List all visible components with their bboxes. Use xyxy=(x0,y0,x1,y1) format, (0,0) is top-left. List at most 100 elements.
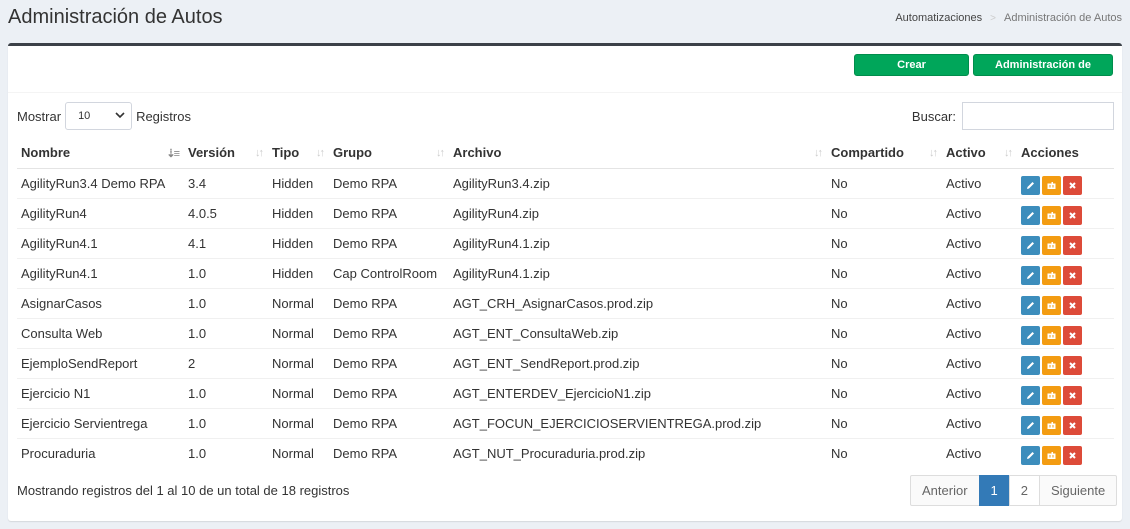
delete-button[interactable] xyxy=(1063,265,1082,285)
pencil-icon xyxy=(1021,270,1040,281)
edit-button[interactable] xyxy=(1021,265,1040,285)
pencil-icon xyxy=(1021,420,1040,431)
cell-tipo: Normal xyxy=(268,287,329,318)
cell-grupo: Demo RPA xyxy=(329,407,449,438)
close-icon xyxy=(1063,270,1082,281)
crear-automatizacion-button[interactable]: Crear Automatización xyxy=(854,54,969,91)
close-icon xyxy=(1063,420,1082,431)
cell-version: 1.0 xyxy=(184,377,268,408)
package-icon xyxy=(1042,240,1061,251)
cell-grupo: Demo RPA xyxy=(329,167,449,198)
pagination-page-1[interactable]: 1 xyxy=(978,475,1010,506)
cell-nombre: Ejercicio Servientrega xyxy=(17,407,184,438)
table-header-row: Nombre ⇣≡ Versión ↓↑ Tipo ↓↑ Grupo ↓↑ Archiv… xyxy=(17,138,1114,169)
cell-activo: Activo xyxy=(942,197,1017,228)
page-length-select[interactable]: 10 xyxy=(65,102,133,130)
package-button[interactable] xyxy=(1042,265,1061,285)
cell-version: 1.0 xyxy=(184,287,268,318)
edit-button[interactable] xyxy=(1021,445,1040,465)
sort-asc-icon: ⇣≡ xyxy=(166,148,180,160)
delete-button[interactable] xyxy=(1063,175,1082,195)
edit-button[interactable] xyxy=(1021,175,1040,195)
cell-archivo: AGT_FOCUN_EJERCICIOSERVIENTREGA.prod.zip xyxy=(449,407,827,438)
package-button[interactable] xyxy=(1042,205,1061,225)
column-header-grupo[interactable]: Grupo ↓↑ xyxy=(329,138,449,169)
cell-archivo: AGT_ENTERDEV_EjercicioN1.zip xyxy=(449,377,827,408)
edit-button[interactable] xyxy=(1021,385,1040,405)
delete-button[interactable] xyxy=(1063,295,1082,315)
package-icon xyxy=(1042,360,1061,371)
delete-button[interactable] xyxy=(1063,325,1082,345)
cell-activo: Activo xyxy=(942,317,1017,348)
column-header-compartido[interactable]: Compartido ↓↑ xyxy=(827,138,942,169)
page-title: Administración de Autos xyxy=(8,6,223,28)
pagination-page-2[interactable]: 2 xyxy=(1008,475,1040,506)
pencil-icon xyxy=(1021,180,1040,191)
cell-archivo: AGT_NUT_Procuraduria.prod.zip xyxy=(449,437,827,468)
table-row: Consulta Web 1.0 Normal Demo RPA AGT_ENT_Con… xyxy=(17,317,1114,348)
cell-grupo: Demo RPA xyxy=(329,227,449,258)
edit-button[interactable] xyxy=(1021,295,1040,315)
pagination-previous[interactable]: Anterior xyxy=(910,475,980,506)
delete-button[interactable] xyxy=(1063,445,1082,465)
package-button[interactable] xyxy=(1042,445,1061,465)
column-header-nombre[interactable]: Nombre ⇣≡ xyxy=(17,138,184,169)
package-button[interactable] xyxy=(1042,325,1061,345)
cell-compartido: No xyxy=(827,197,942,228)
package-icon xyxy=(1042,210,1061,221)
cell-compartido: No xyxy=(827,167,942,198)
edit-button[interactable] xyxy=(1021,205,1040,225)
cell-tipo: Normal xyxy=(268,407,329,438)
administracion-archivos-button[interactable]: Administración de Archivos xyxy=(973,54,1113,91)
edit-button[interactable] xyxy=(1021,415,1040,435)
column-header-version[interactable]: Versión ↓↑ xyxy=(184,138,268,169)
cell-grupo: Demo RPA xyxy=(329,437,449,468)
cell-version: 1.0 xyxy=(184,317,268,348)
edit-button[interactable] xyxy=(1021,355,1040,375)
column-header-archivo[interactable]: Archivo ↓↑ xyxy=(449,138,827,169)
package-button[interactable] xyxy=(1042,235,1061,255)
table-row: AgilityRun4 4.0.5 Hidden Demo RPA AgilityRun… xyxy=(17,197,1114,228)
package-button[interactable] xyxy=(1042,175,1061,195)
edit-button[interactable] xyxy=(1021,235,1040,255)
delete-button[interactable] xyxy=(1063,415,1082,435)
main-box: Crear Automatización Administración de A… xyxy=(8,43,1122,521)
package-button[interactable] xyxy=(1042,415,1061,435)
package-icon xyxy=(1042,270,1061,281)
delete-button[interactable] xyxy=(1063,355,1082,375)
cell-compartido: No xyxy=(827,437,942,468)
cell-nombre: Ejercicio N1 xyxy=(17,377,184,408)
pagination-next[interactable]: Siguiente xyxy=(1039,475,1118,506)
delete-button[interactable] xyxy=(1063,385,1082,405)
cell-activo: Activo xyxy=(942,437,1017,468)
cell-version: 3.4 xyxy=(184,167,268,198)
close-icon xyxy=(1063,450,1082,461)
package-button[interactable] xyxy=(1042,295,1061,315)
search-input[interactable] xyxy=(962,102,1114,130)
column-header-activo[interactable]: Activo ↓↑ xyxy=(942,138,1017,169)
sort-icon: ↓↑ xyxy=(436,147,445,159)
length-prefix-label: Mostrar xyxy=(17,108,62,124)
cell-grupo: Demo RPA xyxy=(329,197,449,228)
delete-button[interactable] xyxy=(1063,235,1082,255)
cell-version: 4.0.5 xyxy=(184,197,268,228)
delete-button[interactable] xyxy=(1063,205,1082,225)
package-icon xyxy=(1042,390,1061,401)
breadcrumb-link-automatizaciones[interactable]: Automatizaciones xyxy=(895,12,982,24)
cell-activo: Activo xyxy=(942,227,1017,258)
table-body: AgilityRun3.4 Demo RPA 3.4 Hidden Demo RPA A… xyxy=(17,167,1114,468)
close-icon xyxy=(1063,360,1082,371)
edit-button[interactable] xyxy=(1021,325,1040,345)
pencil-icon xyxy=(1021,330,1040,341)
pagination: Anterior 1 2 Siguiente xyxy=(910,475,1118,506)
package-button[interactable] xyxy=(1042,355,1061,375)
package-button[interactable] xyxy=(1042,385,1061,405)
close-icon xyxy=(1063,330,1082,341)
column-header-tipo[interactable]: Tipo ↓↑ xyxy=(268,138,329,169)
table-info: Mostrando registros del 1 al 10 de un to… xyxy=(17,483,350,498)
pencil-icon xyxy=(1021,360,1040,371)
table-row: AgilityRun4.1 4.1 Hidden Demo RPA AgilityRun… xyxy=(17,227,1114,258)
cell-activo: Activo xyxy=(942,287,1017,318)
package-icon xyxy=(1042,450,1061,461)
cell-acciones xyxy=(1017,227,1114,258)
